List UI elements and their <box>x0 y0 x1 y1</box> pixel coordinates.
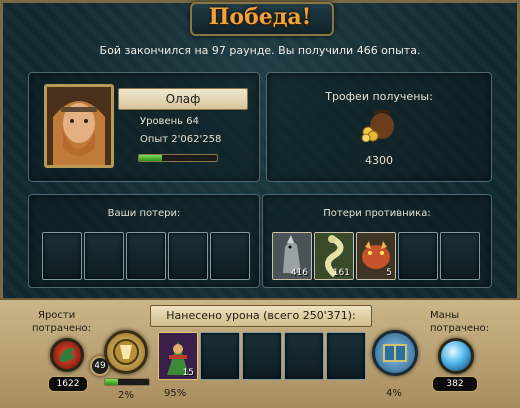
unit-loss-count: 416 <box>290 268 308 278</box>
unit-damage-count: 15 <box>182 368 194 378</box>
mana-label-line1: Маны <box>430 310 460 321</box>
damage-unit-slot[interactable]: 15 <box>158 332 198 380</box>
treasure-bag-icon <box>360 108 396 143</box>
hero-level: Уровень 64 <box>140 116 199 127</box>
hero-experience: Опыт 2'062'258 <box>140 134 222 145</box>
window-title: Победа! <box>208 4 312 30</box>
mana-label-line2: потрачено: <box>430 323 490 334</box>
own-loss-slot <box>210 232 250 280</box>
hero-face-icon <box>47 87 111 165</box>
enemy-loss-slot-beast[interactable]: 5 <box>356 232 396 280</box>
enemy-loss-slot <box>440 232 480 280</box>
mana-orb-icon <box>438 338 474 374</box>
damage-total-banner: Нанесено урона (всего 250'371): <box>150 305 372 327</box>
shield-emblem-icon <box>113 339 139 365</box>
hero-xp-bar <box>138 154 218 162</box>
unit-loss-count: 161 <box>332 268 350 278</box>
hero-portrait <box>44 84 114 168</box>
enemy-losses-title: Потери противника: <box>323 208 431 219</box>
enemy-loss-slot-serpent[interactable]: 161 <box>314 232 354 280</box>
hero-damage-fill <box>105 379 119 385</box>
rage-label-line1: Ярости <box>38 310 76 321</box>
own-loss-slot <box>126 232 166 280</box>
hero-name-scroll: Олаф <box>118 88 248 110</box>
own-loss-slot <box>168 232 208 280</box>
hero-damage-bar <box>104 378 150 386</box>
battle-summary: Бой закончился на 97 раунде. Вы получили… <box>99 44 421 57</box>
spell-damage-emblem <box>372 330 418 376</box>
spell-damage-percent: 4% <box>386 388 402 399</box>
damage-unit-slot <box>284 332 324 380</box>
mana-value: 382 <box>432 376 478 392</box>
unit-loss-count: 5 <box>386 268 392 278</box>
damage-unit-slot <box>326 332 366 380</box>
own-losses-title: Ваши потери: <box>107 208 181 219</box>
own-loss-slot <box>42 232 82 280</box>
damage-unit-slot <box>242 332 282 380</box>
hero-xp-fill <box>139 155 163 161</box>
own-loss-slot <box>84 232 124 280</box>
spellbook-icon <box>383 344 407 362</box>
dragon-head-icon <box>59 348 75 362</box>
rage-value: 1622 <box>48 376 88 392</box>
trophies-title: Трофеи получены: <box>325 90 433 103</box>
unit-damage-percent: 95% <box>164 388 187 399</box>
rage-label-line2: потрачено: <box>32 323 92 334</box>
rage-icon <box>50 338 84 372</box>
damage-unit-slot <box>200 332 240 380</box>
hero-damage-emblem <box>104 330 148 374</box>
enemy-loss-slot <box>398 232 438 280</box>
trophies-amount: 4300 <box>365 154 393 167</box>
hero-damage-percent: 2% <box>118 390 134 401</box>
enemy-loss-slot-werewolf[interactable]: 416 <box>272 232 312 280</box>
